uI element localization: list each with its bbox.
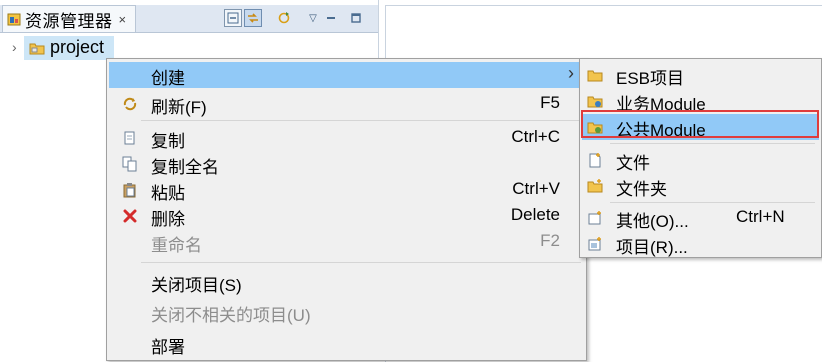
other-wizard-icon [588, 211, 601, 225]
menu-item-label: 粘贴 [151, 184, 185, 203]
view-tab-bar: 资源管理器 × ▽ [0, 5, 378, 33]
menu-item-shortcut: Ctrl+V [512, 179, 560, 198]
explorer-tab[interactable]: 资源管理器 × [2, 5, 136, 32]
collapse-all-icon[interactable] [224, 9, 242, 27]
menu-item-label: 创建 [151, 69, 185, 88]
annotation-highlight-box [581, 110, 819, 138]
menu-item-label: 刷新(F) [151, 98, 207, 117]
menu-item-label: 重命名 [151, 236, 202, 255]
explorer-tab-title: 资源管理器 [25, 11, 113, 31]
menu-item-refresh[interactable]: 刷新(F) F5 [109, 91, 584, 117]
submenu-item-file[interactable]: 文件 [582, 147, 819, 173]
submenu-arrow-icon: › [568, 63, 574, 83]
link-with-editor-icon[interactable] [244, 9, 262, 27]
paste-icon [122, 182, 138, 198]
menu-item-shortcut: Delete [510, 205, 560, 224]
menu-item-deploy[interactable]: 部署 [109, 331, 584, 357]
submenu-item-label: 其他(O)... [616, 212, 689, 231]
menu-item-copy[interactable]: 复制 Ctrl+C [109, 125, 584, 151]
business-module-icon [587, 96, 603, 108]
menu-item-label: 删除 [151, 210, 185, 229]
menu-item-create[interactable]: 创建 › [109, 62, 584, 88]
menu-item-rename[interactable]: 重命名 F2 [109, 229, 584, 255]
copy-icon [122, 130, 138, 146]
menu-item-delete[interactable]: 删除 Delete [109, 203, 584, 229]
new-folder-icon [587, 179, 603, 193]
submenu-item-label: ESB项目 [616, 69, 685, 88]
menu-item-shortcut: F2 [540, 231, 560, 250]
minimize-icon[interactable] [322, 9, 340, 27]
copy-qualified-name-icon [122, 156, 138, 172]
explorer-view-icon [7, 13, 21, 26]
esb-project-icon [587, 70, 603, 82]
menu-item-shortcut: Ctrl+C [511, 127, 560, 146]
submenu-item-shortcut: Ctrl+N [736, 207, 785, 226]
menu-item-label: 复制全名 [151, 158, 219, 177]
tree-item-label: project [50, 37, 105, 57]
delete-icon [122, 208, 138, 224]
maximize-icon[interactable] [347, 9, 365, 27]
menu-item-label: 部署 [151, 338, 185, 357]
menu-item-close-unrelated-projects[interactable]: 关闭不相关的项目(U) [109, 299, 584, 325]
create-submenu: ESB项目 业务Module 公共Module 文件 文件夹 其他(O)... … [579, 58, 822, 258]
menu-item-label: 关闭不相关的项目(U) [151, 306, 311, 325]
project-folder-icon [29, 43, 45, 55]
menu-item-label: 复制 [151, 132, 185, 151]
new-project-icon [588, 237, 601, 251]
expand-arrow-icon[interactable]: › [12, 39, 17, 55]
menu-item-label: 关闭项目(S) [151, 276, 242, 295]
submenu-item-label: 文件 [616, 154, 650, 173]
view-menu-icon[interactable]: ▽ [304, 9, 322, 27]
menu-item-shortcut: F5 [540, 93, 560, 112]
menu-item-paste[interactable]: 粘贴 Ctrl+V [109, 177, 584, 203]
menu-item-close-project[interactable]: 关闭项目(S) [109, 269, 584, 295]
new-file-icon [589, 153, 601, 168]
menu-separator [141, 120, 581, 121]
tree-item-project[interactable]: › project [0, 36, 378, 60]
submenu-item-esb-project[interactable]: ESB项目 [582, 62, 819, 88]
refresh-icon [122, 96, 138, 112]
sync-icon[interactable] [275, 9, 293, 27]
submenu-item-label: 文件夹 [616, 180, 667, 199]
submenu-item-project[interactable]: 项目(R)... [582, 231, 819, 257]
context-menu: 创建 › 刷新(F) F5 复制 Ctrl+C 复制全名 粘贴 Ctrl+V 删… [106, 58, 587, 361]
submenu-item-other[interactable]: 其他(O)... Ctrl+N [582, 205, 819, 231]
menu-item-copy-full-name[interactable]: 复制全名 [109, 151, 584, 177]
close-tab-icon[interactable]: × [119, 12, 127, 27]
submenu-separator [610, 143, 815, 144]
submenu-separator [610, 202, 815, 203]
menu-separator [141, 262, 581, 263]
submenu-item-label: 项目(R)... [616, 238, 688, 257]
submenu-item-folder[interactable]: 文件夹 [582, 173, 819, 199]
